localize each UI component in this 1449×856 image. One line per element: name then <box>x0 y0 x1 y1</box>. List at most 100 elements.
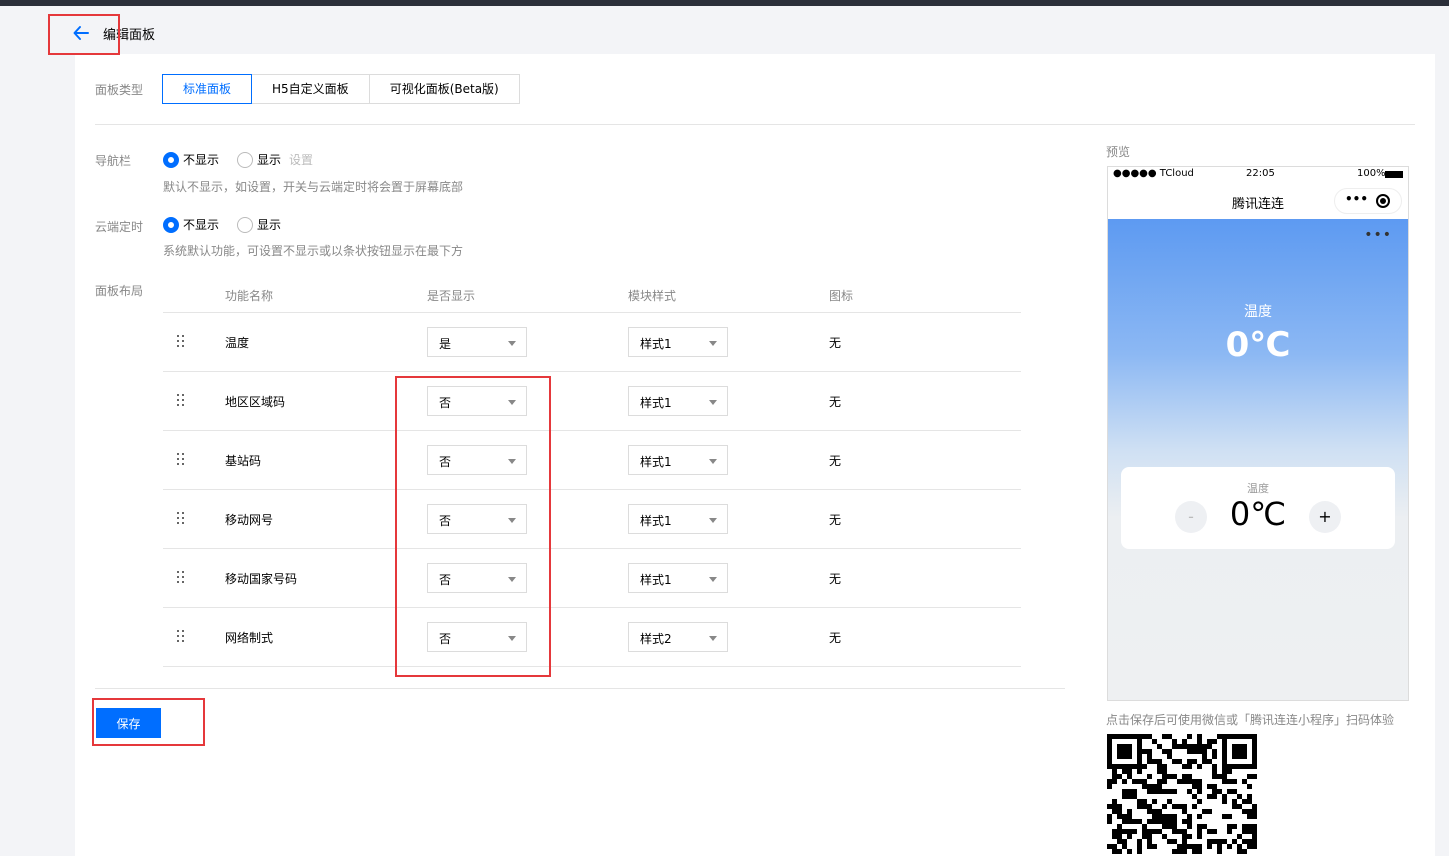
column-header: 功能名称 <box>225 289 274 303</box>
hero-temperature-value: 0℃ <box>1225 325 1291 365</box>
show-select-value: 否 <box>439 455 452 469</box>
function-name: 移动国家号码 <box>225 572 298 586</box>
drag-handle-icon[interactable] <box>177 630 185 644</box>
radio-unchecked-icon <box>237 151 254 168</box>
function-name: 网络制式 <box>225 631 274 645</box>
function-name: 移动网号 <box>225 513 274 527</box>
style-select[interactable]: 样式1 <box>628 386 728 416</box>
drag-handle-icon[interactable] <box>177 512 185 526</box>
section-divider <box>95 124 1415 125</box>
tab-standard-panel[interactable]: 标准面板 <box>162 74 253 104</box>
tab-visual-panel-beta[interactable]: 可视化面板(Beta版) <box>368 74 520 104</box>
tab-h5-custom-panel[interactable]: H5自定义面板 <box>251 74 370 104</box>
preview-label: 预览 <box>1106 145 1131 159</box>
navbar-hint: 默认不显示，如设置，开关与云端定时将会置于屏幕底部 <box>163 180 464 194</box>
cloud-timer-radio-group: 不显示 显示 <box>163 216 299 233</box>
mini-program-capsule: ••• <box>1334 188 1402 214</box>
hero-temperature-label: 温度 <box>1244 304 1272 320</box>
panel-layout-label: 面板布局 <box>95 284 144 298</box>
drag-handle-icon[interactable] <box>177 394 185 408</box>
qr-code-image <box>1107 734 1257 854</box>
control-label: 温度 <box>1247 482 1269 495</box>
radio-checked-icon <box>163 151 179 168</box>
style-select[interactable]: 样式1 <box>628 504 728 534</box>
chevron-down-icon <box>709 459 717 464</box>
cloud-timer-radio-show[interactable]: 显示 <box>237 216 281 233</box>
chevron-down-icon <box>508 577 516 582</box>
show-select[interactable]: 否 <box>427 445 527 475</box>
phone-status-bar: ●●●●● TCloud 22:05 100% <box>1108 167 1408 183</box>
style-select-value: 样式1 <box>640 396 672 410</box>
radio-label: 显示 <box>257 218 282 232</box>
close-target-icon <box>1376 194 1390 208</box>
style-select-value: 样式1 <box>640 514 672 528</box>
chevron-down-icon <box>508 518 516 523</box>
radio-label: 不显示 <box>183 153 220 167</box>
function-name: 基站码 <box>225 454 262 468</box>
cloud-timer-hint: 系统默认功能，可设置不显示或以条状按钮显示在最下方 <box>163 244 464 258</box>
panel-type-label: 面板类型 <box>95 83 144 97</box>
drag-handle-icon[interactable] <box>177 335 185 349</box>
table-row: 移动国家号码 否 样式1 无 <box>163 549 1021 608</box>
style-select-value: 样式1 <box>640 455 672 469</box>
icon-value: 无 <box>829 572 842 586</box>
icon-value: 无 <box>829 631 842 645</box>
table-row: 基站码 否 样式1 无 <box>163 431 1021 490</box>
drag-handle-icon[interactable] <box>177 571 185 585</box>
chevron-down-icon <box>508 341 516 346</box>
style-select[interactable]: 样式1 <box>628 327 728 357</box>
style-select[interactable]: 样式1 <box>628 563 728 593</box>
save-button[interactable]: 保存 <box>96 708 161 738</box>
chevron-down-icon <box>709 577 717 582</box>
battery-icon <box>1385 171 1403 178</box>
navbar-radio-hide[interactable]: 不显示 <box>163 151 219 168</box>
show-select[interactable]: 否 <box>427 504 527 534</box>
table-row: 网络制式 否 样式2 无 <box>163 608 1021 667</box>
function-name: 地区区域码 <box>225 395 286 409</box>
panel-type-tabs: 标准面板 H5自定义面板 可视化面板(Beta版) <box>162 74 520 104</box>
navbar-radio-show[interactable]: 显示 <box>237 151 281 168</box>
column-header: 是否显示 <box>427 289 476 303</box>
control-value: 0℃ <box>1229 495 1287 533</box>
table-header: 功能名称 是否显示 模块样式 图标 <box>163 278 1021 313</box>
navbar-label: 导航栏 <box>95 154 132 168</box>
radio-unchecked-icon <box>237 216 254 233</box>
icon-value: 无 <box>829 513 842 527</box>
phone-nav-bar: 腾讯连连 ••• <box>1108 183 1408 219</box>
status-carrier: ●●●●● TCloud <box>1113 168 1194 179</box>
function-name: 温度 <box>225 336 250 350</box>
status-battery: 100% <box>1357 168 1386 179</box>
back-arrow-icon[interactable] <box>68 22 96 44</box>
style-select-value: 样式1 <box>640 337 672 351</box>
show-select[interactable]: 否 <box>427 386 527 416</box>
status-time: 22:05 <box>1246 168 1275 179</box>
style-select[interactable]: 样式1 <box>628 445 728 475</box>
chevron-down-icon <box>508 400 516 405</box>
qr-caption: 点击保存后可使用微信或「腾讯连连小程序」扫码体验 <box>1106 713 1395 727</box>
layout-table: 功能名称 是否显示 模块样式 图标 温度是样式1 无地区区域码否样式1 无基站码否样… <box>163 278 1021 667</box>
navbar-settings-link[interactable]: 设置 <box>289 151 313 168</box>
more-options-icon: ••• <box>1364 227 1392 243</box>
show-select[interactable]: 否 <box>427 563 527 593</box>
chevron-down-icon <box>709 636 717 641</box>
edit-panel-card: 面板类型 标准面板 H5自定义面板 可视化面板(Beta版) 导航栏 不显示 显… <box>75 54 1435 856</box>
column-header: 模块样式 <box>628 289 677 303</box>
chevron-down-icon <box>508 636 516 641</box>
chevron-down-icon <box>709 400 717 405</box>
show-select-value: 否 <box>439 573 452 587</box>
phone-preview: ●●●●● TCloud 22:05 100% 腾讯连连 ••• ••• 温度 … <box>1107 166 1409 701</box>
footer-divider <box>95 688 1065 689</box>
cloud-timer-radio-hide[interactable]: 不显示 <box>163 216 219 233</box>
show-select-value: 是 <box>439 337 452 351</box>
show-select[interactable]: 否 <box>427 622 527 652</box>
column-header: 图标 <box>829 289 854 303</box>
show-select[interactable]: 是 <box>427 327 527 357</box>
table-row: 移动网号 否 样式1 无 <box>163 490 1021 549</box>
drag-handle-icon[interactable] <box>177 453 185 467</box>
chevron-down-icon <box>709 518 717 523</box>
show-select-value: 否 <box>439 396 452 410</box>
temperature-control-card: 温度 0℃ - + <box>1121 467 1395 549</box>
phone-hero: ••• 温度 0℃ 温度 0℃ - + <box>1108 219 1408 700</box>
increase-button: + <box>1309 501 1341 533</box>
style-select[interactable]: 样式2 <box>628 622 728 652</box>
